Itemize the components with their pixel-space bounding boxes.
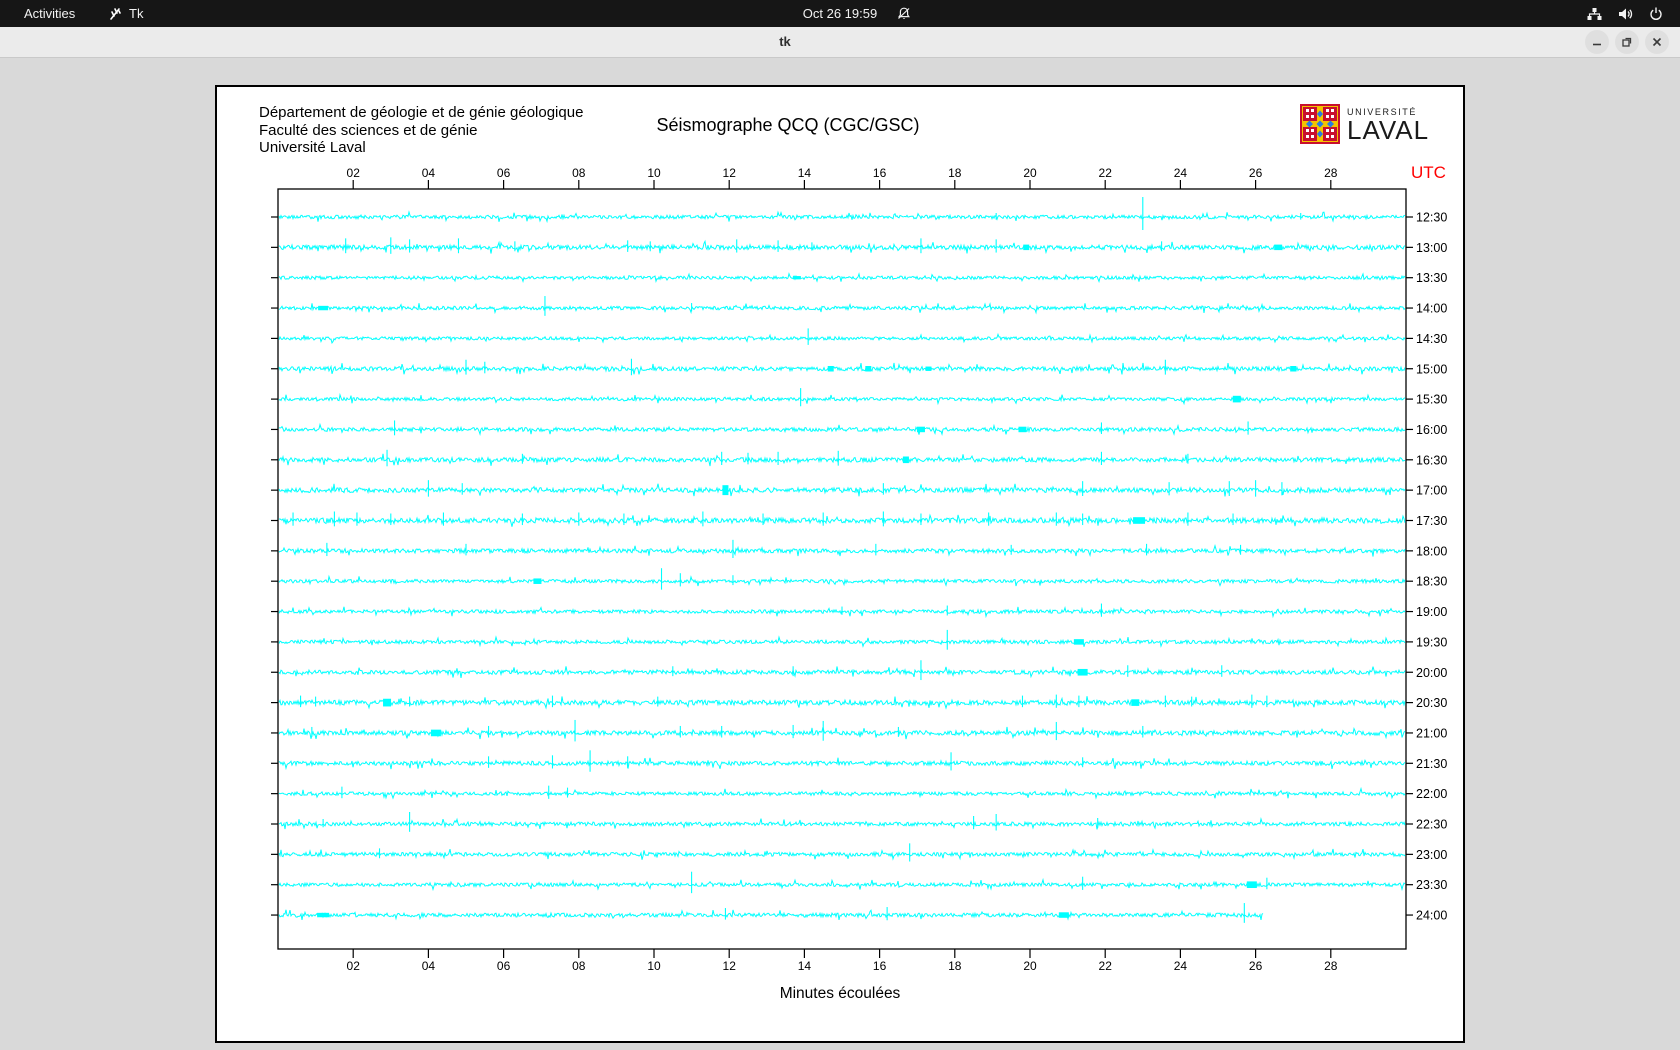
svg-text:08: 08 <box>572 166 586 180</box>
close-button[interactable] <box>1645 30 1669 54</box>
svg-text:21:00: 21:00 <box>1416 726 1447 740</box>
clock-menu[interactable]: Oct 26 19:59 <box>0 0 1680 27</box>
svg-text:19:00: 19:00 <box>1416 605 1447 619</box>
svg-text:12: 12 <box>723 166 737 180</box>
svg-text:04: 04 <box>422 959 436 973</box>
svg-text:26: 26 <box>1249 166 1263 180</box>
minimize-button[interactable] <box>1585 30 1609 54</box>
focused-app-label: Tk <box>129 6 144 21</box>
svg-text:10: 10 <box>647 166 661 180</box>
svg-text:20: 20 <box>1023 166 1037 180</box>
svg-text:06: 06 <box>497 166 511 180</box>
volume-icon <box>1617 6 1634 22</box>
seismograph-canvas: Département de géologie et de génie géol… <box>215 85 1465 1043</box>
seismograph-plot: 02 02 04 04 06 06 08 08 10 10 12 12 14 14 16 16 18 18 20 20… <box>271 166 1447 973</box>
maximize-button[interactable] <box>1615 30 1639 54</box>
svg-text:12: 12 <box>723 959 737 973</box>
svg-text:16:30: 16:30 <box>1416 453 1447 467</box>
svg-text:17:00: 17:00 <box>1416 484 1447 498</box>
svg-text:22: 22 <box>1099 166 1113 180</box>
svg-text:23:00: 23:00 <box>1416 848 1447 862</box>
svg-text:20: 20 <box>1023 959 1037 973</box>
svg-text:18: 18 <box>948 166 962 180</box>
tk-window-content: Département de géologie et de génie géol… <box>0 58 1680 1050</box>
svg-text:21:30: 21:30 <box>1416 757 1447 771</box>
clock-label: Oct 26 19:59 <box>802 6 878 21</box>
network-wired-icon <box>1586 6 1603 22</box>
system-status-area[interactable] <box>1586 0 1664 27</box>
svg-text:06: 06 <box>497 959 511 973</box>
focused-app-menu[interactable]: Tk <box>108 0 143 27</box>
svg-text:22:30: 22:30 <box>1416 818 1447 832</box>
svg-text:16: 16 <box>873 166 887 180</box>
svg-text:22: 22 <box>1099 959 1113 973</box>
x-axis-label: Minutes écoulées <box>779 985 901 1002</box>
svg-text:18: 18 <box>948 959 962 973</box>
svg-text:10: 10 <box>647 959 661 973</box>
power-icon <box>1648 6 1664 22</box>
svg-text:20:30: 20:30 <box>1416 696 1447 710</box>
svg-text:24: 24 <box>1174 166 1188 180</box>
svg-text:15:30: 15:30 <box>1416 393 1447 407</box>
svg-text:02: 02 <box>347 959 361 973</box>
svg-text:13:30: 13:30 <box>1416 271 1447 285</box>
activities-label: Activities <box>24 6 76 21</box>
svg-text:13:00: 13:00 <box>1416 241 1447 255</box>
svg-text:24: 24 <box>1174 959 1188 973</box>
activities-button[interactable]: Activities <box>18 0 81 27</box>
svg-text:08: 08 <box>572 959 586 973</box>
svg-text:12:30: 12:30 <box>1416 211 1447 225</box>
svg-text:18:30: 18:30 <box>1416 575 1447 589</box>
svg-text:26: 26 <box>1249 959 1263 973</box>
svg-text:28: 28 <box>1324 959 1338 973</box>
svg-text:16: 16 <box>873 959 887 973</box>
window-title: tk <box>779 34 791 49</box>
svg-text:02: 02 <box>347 166 361 180</box>
svg-text:14:00: 14:00 <box>1416 302 1447 316</box>
svg-text:20:00: 20:00 <box>1416 666 1447 680</box>
svg-text:28: 28 <box>1324 166 1338 180</box>
svg-text:24:00: 24:00 <box>1416 909 1447 923</box>
svg-text:14:30: 14:30 <box>1416 332 1447 346</box>
svg-text:23:30: 23:30 <box>1416 878 1447 892</box>
svg-text:15:00: 15:00 <box>1416 362 1447 376</box>
svg-text:19:30: 19:30 <box>1416 635 1447 649</box>
notifications-muted-icon[interactable] <box>896 0 912 27</box>
svg-text:22:00: 22:00 <box>1416 787 1447 801</box>
gnome-top-bar: Activities Tk Oct 26 19:59 <box>0 0 1680 27</box>
svg-text:14: 14 <box>798 959 812 973</box>
window-titlebar: tk <box>0 27 1680 58</box>
svg-text:17:30: 17:30 <box>1416 514 1447 528</box>
svg-text:14: 14 <box>798 166 812 180</box>
svg-text:04: 04 <box>422 166 436 180</box>
tk-icon <box>108 6 123 21</box>
svg-text:16:00: 16:00 <box>1416 423 1447 437</box>
svg-text:18:00: 18:00 <box>1416 544 1447 558</box>
